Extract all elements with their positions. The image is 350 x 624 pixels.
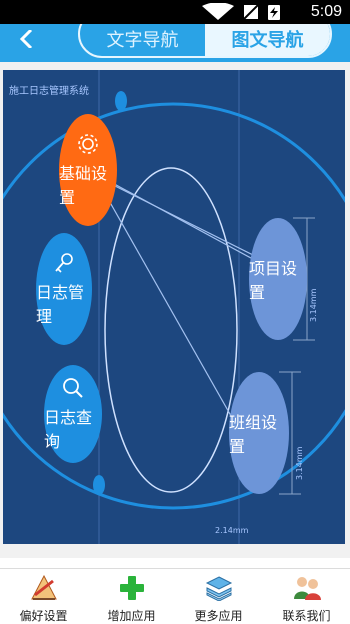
status-icons <box>202 3 280 20</box>
search-icon <box>63 378 83 398</box>
bottom-nav: 偏好设置 增加应用 更多应用 联系我们 <box>0 568 350 623</box>
status-time: 5:09 <box>310 3 342 20</box>
node-log-manage-label: 日志管理 <box>36 285 85 326</box>
bottom-dimension-label: 2.14mm <box>215 526 249 535</box>
main-content: 施工日志管理系统 3.14mm 3.14mm 2.14mm 基础设置 日志管理 … <box>0 62 350 558</box>
node-team-label: 班组设置 <box>229 415 278 456</box>
node-basic-settings[interactable]: 基础设置 <box>59 114 117 226</box>
nav-mode-segment: 文字导航 图文导航 <box>78 24 332 58</box>
back-icon[interactable] <box>18 30 36 48</box>
nav-more-apps[interactable]: 更多应用 <box>175 575 262 623</box>
pencil-ruler-icon <box>30 574 57 600</box>
stack-icon <box>205 576 232 602</box>
nav-preferences-label: 偏好设置 <box>19 609 68 623</box>
contacts-icon <box>293 577 321 600</box>
node-log-manage[interactable]: 日志管理 <box>36 233 92 345</box>
nav-more-apps-label: 更多应用 <box>194 609 243 623</box>
nav-diagram: 施工日志管理系统 3.14mm 3.14mm 2.14mm 基础设置 日志管理 … <box>3 70 345 544</box>
node-project-settings[interactable]: 项目设置 <box>249 218 307 340</box>
nav-contact-us[interactable]: 联系我们 <box>263 575 350 623</box>
nav-add-app-label: 增加应用 <box>107 609 156 623</box>
node-project-label: 项目设置 <box>249 261 298 302</box>
node-team-settings[interactable]: 班组设置 <box>229 372 289 494</box>
project-dimension-label: 3.14mm <box>309 288 318 322</box>
tab-text-nav[interactable]: 文字导航 <box>80 24 205 56</box>
nav-contact-us-label: 联系我们 <box>282 609 331 623</box>
key-icon <box>55 253 73 273</box>
gear-icon <box>78 134 98 154</box>
tab-image-nav[interactable]: 图文导航 <box>205 24 330 56</box>
status-bar: 5:09 <box>0 0 350 24</box>
team-dimension-label: 3.14mm <box>295 446 304 480</box>
nav-preferences[interactable]: 偏好设置 <box>0 574 87 623</box>
plus-icon <box>119 576 144 600</box>
top-header: 文字导航 图文导航 <box>0 24 350 62</box>
node-log-query-label: 日志查询 <box>44 410 93 451</box>
node-basic-label: 基础设置 <box>59 166 108 207</box>
node-log-query[interactable]: 日志查询 <box>44 365 102 463</box>
nav-add-app[interactable]: 增加应用 <box>88 575 175 623</box>
